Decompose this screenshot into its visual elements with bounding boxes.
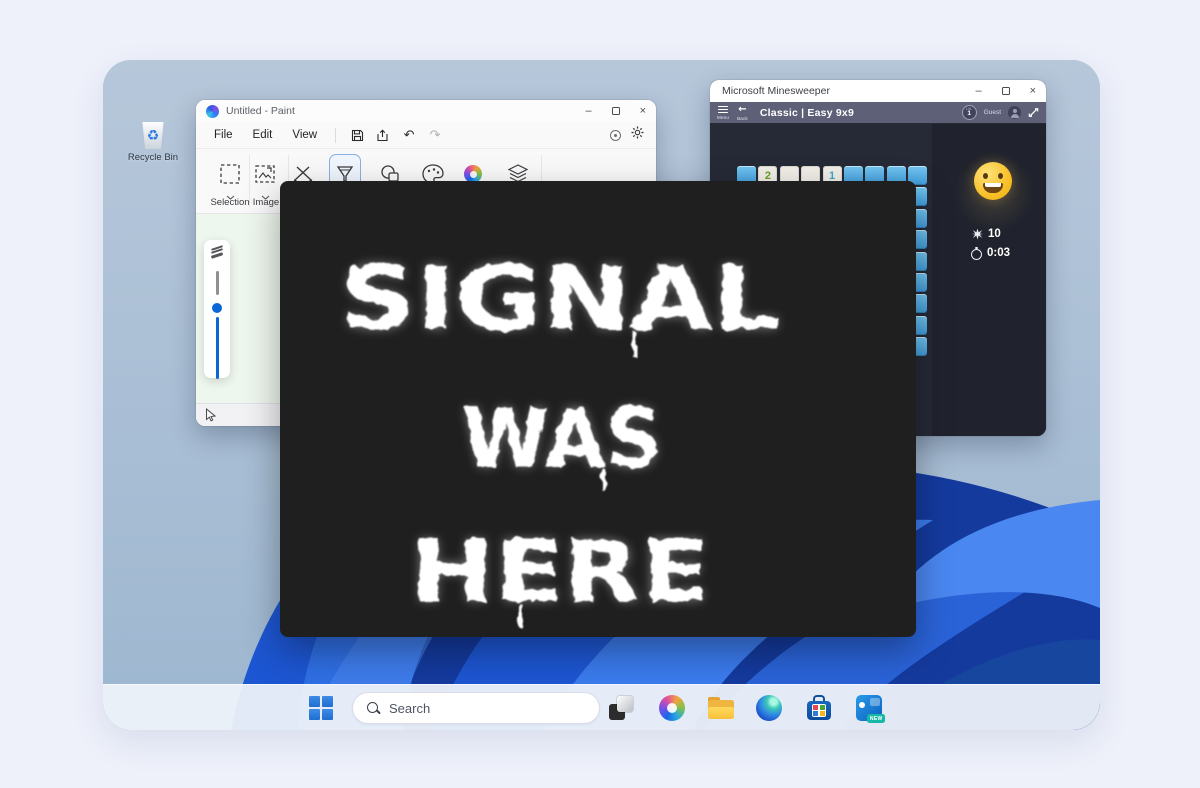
menu-file[interactable]: File <box>204 126 243 144</box>
minesweeper-titlebar: Microsoft Minesweeper – × <box>710 80 1046 102</box>
copilot-button[interactable] <box>659 695 685 721</box>
selection-tool-icon[interactable] <box>214 158 246 190</box>
maximize-button[interactable] <box>1002 87 1010 95</box>
back-arrow-icon: ← <box>738 105 746 115</box>
start-button[interactable] <box>308 695 334 721</box>
mine-count-value: 10 <box>988 228 1001 240</box>
undo-icon[interactable]: ↶ <box>396 125 422 145</box>
paint-titlebar: Untitled - Paint – × <box>196 100 656 122</box>
settings-gear-icon[interactable] <box>631 126 644 144</box>
minesweeper-header: Menu ← Back Classic | Easy 9x9 LVL 1 Gue… <box>710 102 1046 123</box>
folder-icon <box>708 697 734 719</box>
minimize-button[interactable]: – <box>585 106 591 117</box>
paint-menubar: File Edit View ↶ ↷ <box>196 122 656 148</box>
graffiti-line-1: SIGNAL <box>340 247 780 350</box>
maximize-button[interactable] <box>612 107 620 115</box>
edge-icon <box>756 695 782 721</box>
close-button[interactable]: × <box>1030 86 1036 97</box>
avatar[interactable] <box>1008 106 1021 119</box>
divider <box>335 128 336 143</box>
menu-button[interactable]: Menu <box>717 106 729 120</box>
smiley-face-icon[interactable] <box>974 162 1012 200</box>
slider-thumb[interactable] <box>212 303 222 313</box>
search-icon <box>367 702 380 715</box>
outlook-button[interactable]: NEW <box>856 695 882 721</box>
recycle-bin-label: Recycle Bin <box>121 152 185 163</box>
new-badge: NEW <box>867 714 885 723</box>
search-label: Search <box>389 701 430 716</box>
account-icon[interactable] <box>610 130 621 141</box>
save-icon[interactable] <box>344 125 370 145</box>
windows-logo-icon <box>309 696 333 720</box>
fullscreen-expand-icon[interactable] <box>1028 107 1039 118</box>
image-group-label: Image <box>253 197 279 208</box>
task-view-button[interactable] <box>608 695 634 721</box>
menu-view[interactable]: View <box>282 126 327 144</box>
desktop-frame: ♻ Recycle Bin Untitled - Paint – × File … <box>103 60 1100 730</box>
mine-counter: 10 <box>972 228 1001 240</box>
microsoft-store-button[interactable] <box>806 695 832 721</box>
graffiti-line-3: HERE <box>410 522 710 622</box>
menu-button-label: Menu <box>717 115 729 120</box>
hamburger-icon <box>718 106 728 114</box>
brush-size-slider[interactable] <box>216 265 219 368</box>
paint-window-title: Untitled - Paint <box>226 105 295 117</box>
taskbar: Search NEW <box>103 684 1100 730</box>
close-button[interactable]: × <box>640 106 646 117</box>
copilot-icon <box>659 695 685 721</box>
selection-group-label: Selection <box>210 197 249 208</box>
stopwatch-icon <box>970 247 982 259</box>
task-view-icon <box>609 696 633 720</box>
game-mode-label: Classic | Easy 9x9 <box>760 107 854 119</box>
menu-edit[interactable]: Edit <box>243 126 283 144</box>
edge-button[interactable] <box>756 695 782 721</box>
store-icon <box>806 695 832 721</box>
pointer-cursor-icon <box>204 408 216 422</box>
recycle-icon: ♻ <box>147 129 160 143</box>
user-label: Guest <box>984 109 1001 116</box>
search-pill[interactable]: Search <box>352 692 600 724</box>
graffiti-overlay: SIGNAL WAS HERE SIGNAL WAS HERE <box>280 181 916 637</box>
level-badge[interactable]: LVL 1 <box>962 105 977 120</box>
redo-icon[interactable]: ↷ <box>422 125 448 145</box>
image-tool-icon[interactable] <box>249 158 281 190</box>
recycle-bin-icon: ♻ <box>141 122 165 149</box>
recycle-bin[interactable]: ♻ Recycle Bin <box>121 122 185 163</box>
minesweeper-window-title: Microsoft Minesweeper <box>722 85 830 97</box>
timer-value: 0:03 <box>987 247 1010 259</box>
file-explorer-button[interactable] <box>708 695 734 721</box>
outlook-icon: NEW <box>856 695 882 721</box>
brush-size-panel <box>204 240 230 378</box>
paint-app-icon <box>206 105 219 118</box>
brush-size-icon <box>211 247 223 257</box>
share-icon[interactable] <box>370 125 396 145</box>
timer: 0:03 <box>970 247 1010 259</box>
back-button-label: Back <box>737 116 748 121</box>
minimize-button[interactable]: – <box>975 86 981 97</box>
mine-icon <box>972 229 983 240</box>
graffiti-line-2: WAS <box>462 392 662 487</box>
back-button[interactable]: ← Back <box>737 105 748 121</box>
